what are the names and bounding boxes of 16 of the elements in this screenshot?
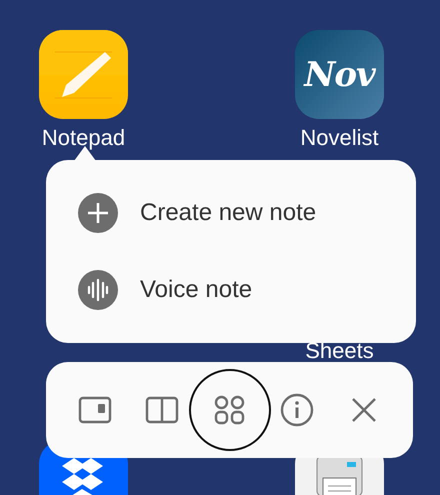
plus-icon — [78, 192, 118, 233]
menu-item[interactable]: Voice note — [46, 270, 416, 310]
notepad-app-icon[interactable] — [39, 30, 128, 119]
app-logo-text: Nov — [304, 54, 375, 94]
split-screen-icon — [145, 395, 180, 425]
toolbar-button[interactable] — [188, 369, 270, 451]
sound-wave-icon — [78, 270, 118, 310]
info-icon — [280, 393, 314, 427]
close-icon — [351, 397, 377, 423]
novelist-app-icon[interactable]: Nov — [295, 30, 384, 119]
apps-grid-icon — [214, 394, 246, 426]
menu-item[interactable]: Create new note — [46, 192, 416, 233]
app-label: Sheets — [305, 338, 374, 364]
app-label: Notepad — [42, 125, 126, 151]
popup-window-icon — [78, 395, 112, 425]
app-label: Novelist — [300, 125, 379, 151]
